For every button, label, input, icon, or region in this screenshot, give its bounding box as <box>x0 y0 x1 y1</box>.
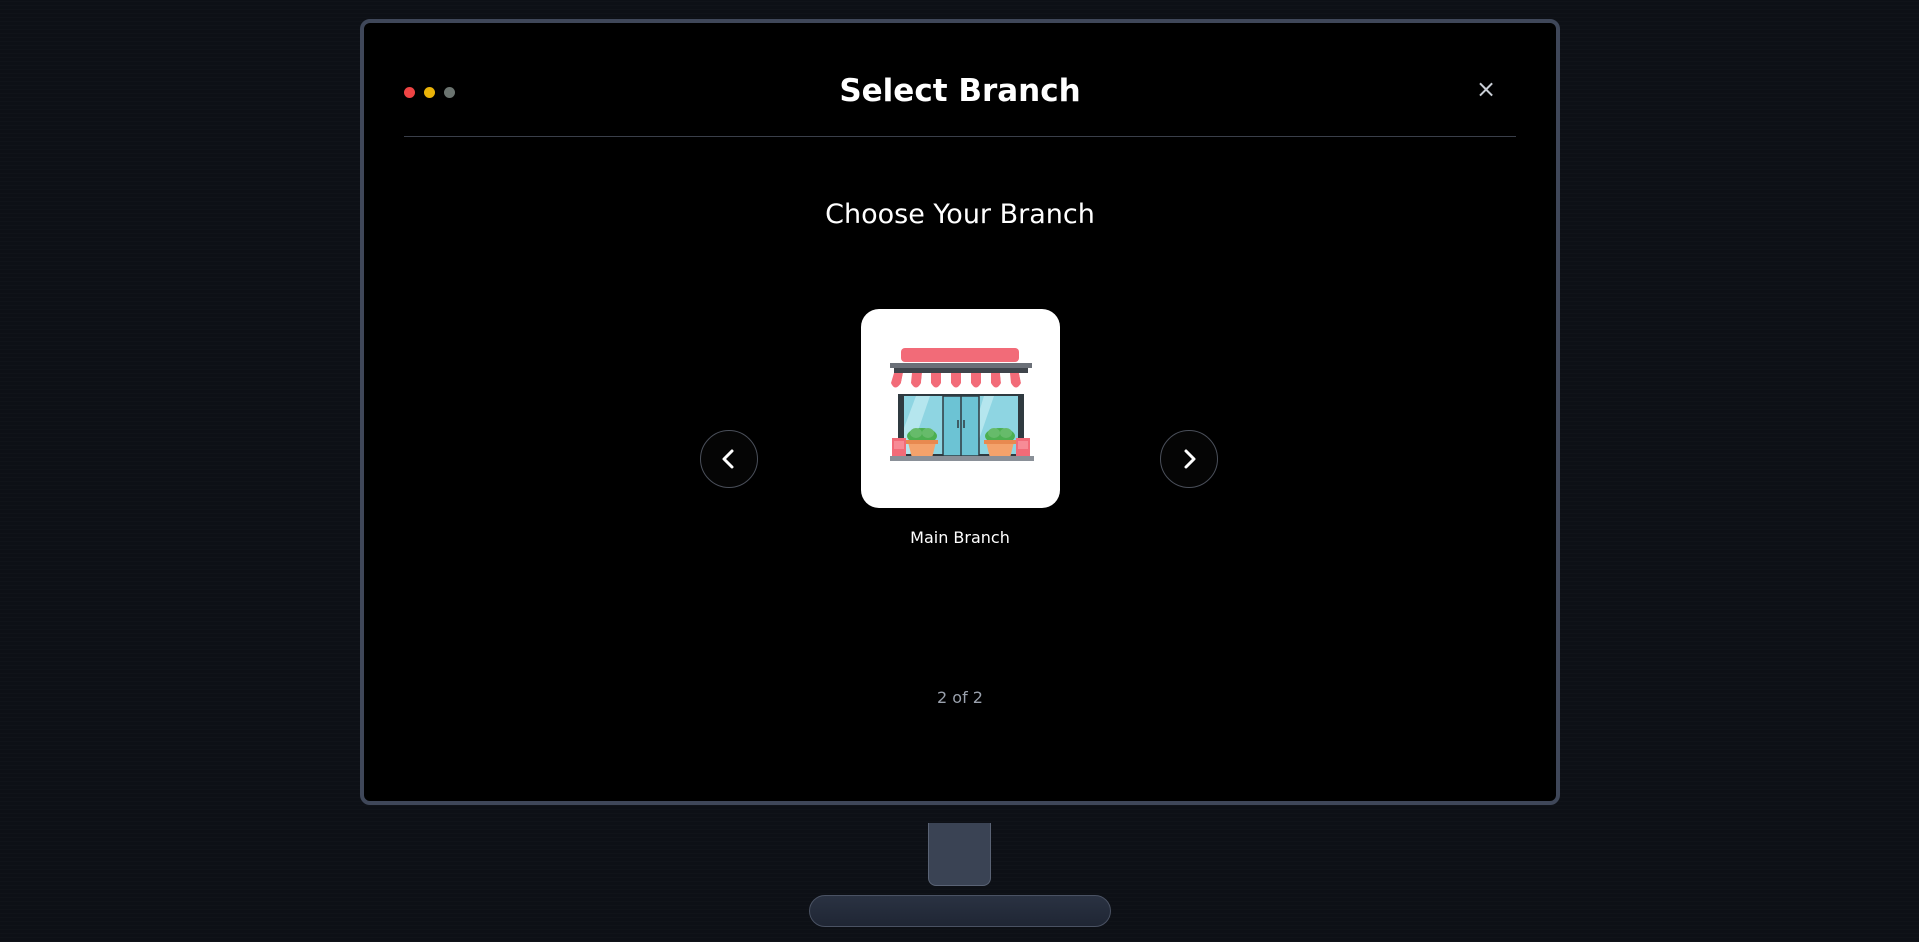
page-indicator: 2 of 2 <box>937 688 983 707</box>
chevron-left-icon <box>722 449 734 469</box>
storefront-icon <box>889 347 1034 461</box>
chevron-right-icon <box>1184 449 1196 469</box>
branch-card[interactable] <box>861 309 1060 508</box>
modal-header: Select Branch × <box>404 23 1516 137</box>
close-button[interactable]: × <box>1474 77 1498 101</box>
monitor-stand-neck <box>928 823 991 886</box>
previous-button[interactable] <box>700 430 758 488</box>
modal-title: Select Branch <box>839 73 1081 109</box>
choose-branch-heading: Choose Your Branch <box>825 199 1095 230</box>
monitor-stand-base <box>809 895 1111 927</box>
next-button[interactable] <box>1160 430 1218 488</box>
monitor-screen: Select Branch × Choose Your Branch Main … <box>360 19 1560 805</box>
branch-name: Main Branch <box>910 528 1010 547</box>
